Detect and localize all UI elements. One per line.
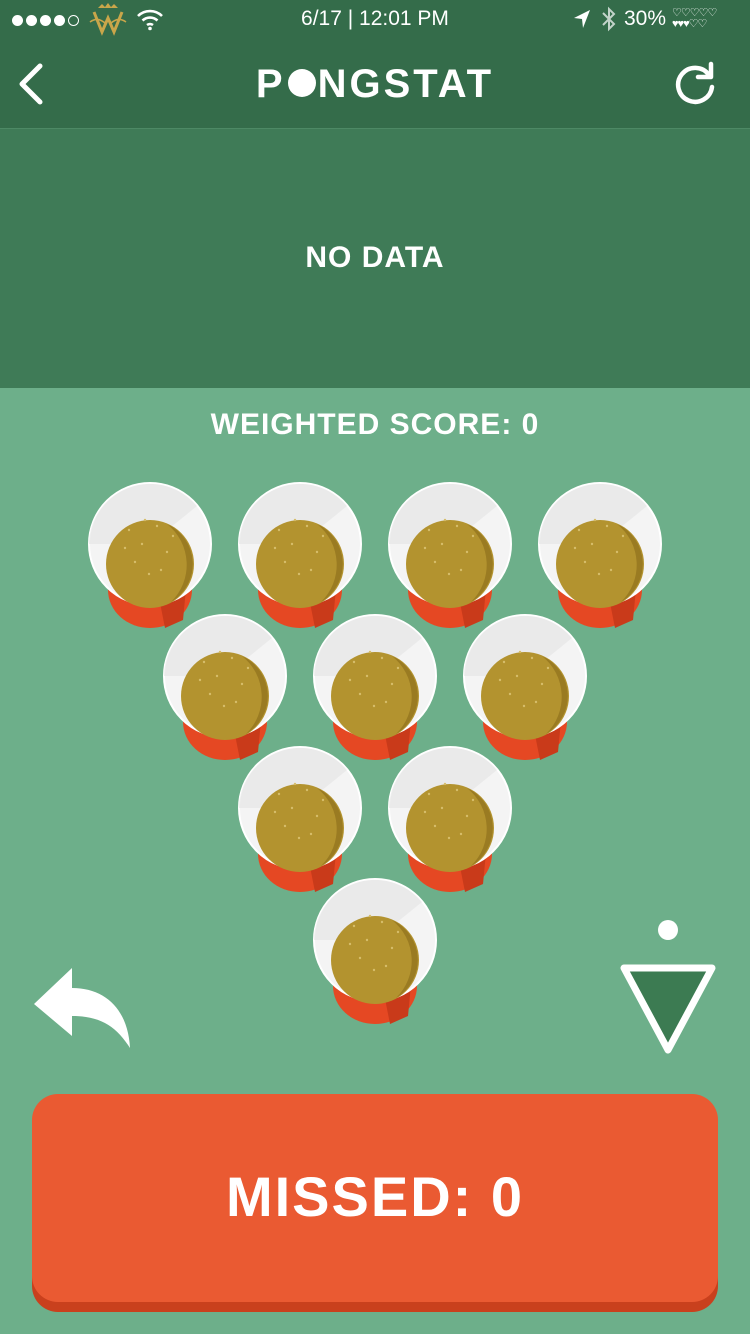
- cup[interactable]: [87, 482, 213, 630]
- stats-panel: NO DATA: [0, 128, 750, 388]
- status-bar: 6/17 | 12:01 PM 30% ♡♡♡♡♡ ♥♥♥♡♡: [0, 0, 750, 40]
- weighted-score: WEIGHTED SCORE: 0: [210, 408, 540, 441]
- refresh-button[interactable]: [672, 60, 718, 106]
- no-data-message: NO DATA: [305, 241, 445, 274]
- bluetooth-icon: [602, 6, 616, 32]
- logo-ball-icon: [287, 69, 316, 98]
- triangle-toggle-button[interactable]: [618, 962, 718, 1056]
- cup-icon: [538, 482, 662, 628]
- cup[interactable]: [387, 482, 513, 630]
- missed-button[interactable]: MISSED: 0: [32, 1094, 718, 1302]
- cup-icon: [238, 482, 362, 628]
- cup-icon: [313, 614, 437, 760]
- battery-percent: 30%: [623, 7, 666, 30]
- cup-icon: [88, 482, 212, 628]
- missed-label: MISSED: 0: [225, 1165, 525, 1228]
- cup[interactable]: [237, 746, 363, 894]
- cup[interactable]: [237, 482, 363, 630]
- header-bar: P NGSTAT: [0, 40, 750, 128]
- cup[interactable]: [387, 746, 513, 894]
- cup-icon: [388, 746, 512, 892]
- cup-icon: [313, 878, 437, 1024]
- cup-icon: [163, 614, 287, 760]
- cup[interactable]: [162, 614, 288, 762]
- undo-button[interactable]: [32, 964, 134, 1054]
- cup-icon: [463, 614, 587, 760]
- cup[interactable]: [312, 878, 438, 1026]
- cup-icon: [388, 482, 512, 628]
- battery-hearts-icon: ♡♡♡♡♡ ♥♥♥♡♡: [672, 7, 717, 30]
- app-logo: P NGSTAT: [255, 62, 495, 106]
- cup[interactable]: [462, 614, 588, 762]
- cup-icon: [238, 746, 362, 892]
- ball-indicator: [658, 920, 678, 940]
- cup[interactable]: [312, 614, 438, 762]
- location-arrow-icon: [573, 10, 590, 28]
- cup[interactable]: [537, 482, 663, 630]
